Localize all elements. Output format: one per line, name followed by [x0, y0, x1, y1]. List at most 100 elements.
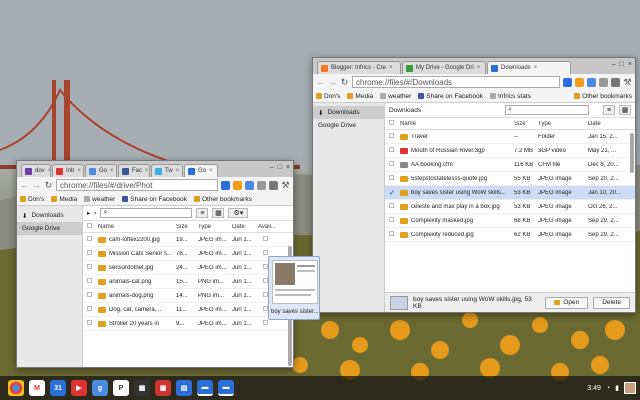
bookmark-item[interactable]: Other bookmarks — [574, 93, 632, 100]
close-icon[interactable]: × — [176, 168, 180, 174]
extension-icon[interactable] — [233, 180, 242, 190]
breadcrumb[interactable]: Downloads — [389, 107, 421, 114]
bookmark-item[interactable]: Media — [347, 93, 373, 100]
wrench-icon[interactable]: ⚒ — [281, 180, 290, 191]
address-bar[interactable]: chrome://files/#/Downloads — [352, 76, 560, 88]
close-window-icon[interactable]: × — [628, 61, 632, 68]
docs-icon[interactable]: ▤ — [176, 380, 192, 396]
table-row[interactable]: Mouth of Russian River.3gp 7.2 MB 3GP vide… — [385, 144, 635, 158]
row-checkbox[interactable] — [389, 203, 394, 208]
table-row[interactable]: animals-dog.png 14... PNG im... Jun 1... — [83, 289, 293, 303]
table-row[interactable]: Mission Cats Senior s... 76... JPEG im... J… — [83, 247, 293, 261]
extension-icon[interactable] — [587, 77, 596, 87]
google-search-icon[interactable]: g — [92, 380, 108, 396]
tab-google-drive[interactable]: Go × — [184, 164, 218, 177]
search-input[interactable]: ⌕ — [505, 105, 589, 115]
bookmark-item[interactable]: Media — [51, 196, 77, 203]
back-icon[interactable]: ← — [316, 77, 325, 87]
row-checkbox[interactable] — [87, 292, 92, 297]
minimize-icon[interactable]: – — [270, 164, 274, 171]
drag-preview[interactable]: boy saves sister... — [268, 256, 320, 320]
tab-dov[interactable]: dov × — [21, 164, 51, 177]
tab-downloads[interactable]: Downloads × — [487, 61, 571, 74]
row-checkbox[interactable] — [87, 306, 92, 311]
delete-button[interactable]: Delete — [593, 296, 630, 309]
offline-checkbox[interactable] — [263, 250, 268, 255]
forward-icon[interactable]: → — [328, 77, 337, 87]
list-view-button[interactable]: ≡ — [196, 208, 209, 218]
movies-icon[interactable]: ▦ — [134, 380, 150, 396]
table-row[interactable]: cam-loftex2200.jpg 19... JPEG im... Jun 1..… — [83, 233, 293, 247]
offline-checkbox[interactable] — [263, 320, 268, 325]
row-checkbox[interactable] — [87, 250, 92, 255]
sidebar-item-downloads[interactable]: ⬇ Downloads — [313, 106, 384, 119]
photos-icon[interactable]: ▣ — [155, 380, 171, 396]
files-icon[interactable]: ▬ — [197, 380, 213, 396]
table-row[interactable]: Stroller 20 years in 9... JPEG im... Jun 1.… — [83, 317, 293, 331]
column-name[interactable]: Name — [95, 224, 173, 230]
extension-icon[interactable] — [563, 77, 572, 87]
table-row[interactable]: ✓ boy saves sister using WoW skills... 53 … — [385, 186, 635, 200]
column-size[interactable]: Size — [173, 224, 195, 230]
table-row[interactable]: Complexity masked.jpg 68 KB JPEG image Sep … — [385, 214, 635, 228]
column-type[interactable]: Type — [195, 224, 229, 230]
table-row[interactable]: Complexity reduced.jpg 62 KB JPEG image Sep… — [385, 228, 635, 242]
gmail-icon[interactable]: M — [29, 380, 45, 396]
column-type[interactable]: Type — [535, 121, 585, 127]
column-name[interactable]: Name — [397, 121, 511, 127]
extension-icon[interactable] — [221, 180, 230, 190]
files-window-downloads[interactable]: Blogger: Infrics - Cre × My Drive - Googl… — [312, 57, 636, 313]
address-bar[interactable]: chrome://files/#/drive/Phot — [56, 179, 218, 191]
close-icon[interactable]: × — [209, 168, 213, 174]
row-checkbox[interactable] — [87, 264, 92, 269]
row-checkbox[interactable] — [87, 320, 92, 325]
tab-google[interactable]: Go × — [85, 164, 117, 177]
bookmark-item[interactable]: weather — [380, 93, 411, 100]
tab-inbox[interactable]: Inb × — [52, 164, 84, 177]
sidebar-item-google-drive[interactable]: Google Drive — [17, 222, 82, 235]
wrench-icon[interactable]: ⚒ — [623, 77, 632, 88]
bookmark-item[interactable]: Other bookmarks — [194, 196, 252, 203]
close-icon[interactable]: × — [477, 65, 481, 71]
table-row[interactable]: Travel -- Folder Jan 15, 2... — [385, 130, 635, 144]
grid-view-button[interactable]: ▦ — [619, 105, 631, 115]
bookmark-item[interactable]: Share on Facebook — [122, 196, 187, 203]
reload-icon[interactable]: ↻ — [44, 180, 53, 191]
row-checkbox[interactable] — [389, 133, 394, 138]
open-button[interactable]: Open — [545, 296, 589, 309]
tab-blogger[interactable]: Blogger: Infrics - Cre × — [317, 61, 401, 74]
close-icon[interactable]: × — [389, 65, 393, 71]
tab-twitter[interactable]: Tw × — [151, 164, 183, 177]
files-window-drive[interactable]: dov × Inb × Go × Fac × Tw × Go × – □ × ← → ↻ chr… — [16, 160, 294, 368]
extension-icon[interactable] — [269, 180, 278, 190]
calendar-icon[interactable]: 31 — [50, 380, 66, 396]
back-icon[interactable]: ▸ — [87, 209, 90, 217]
column-available[interactable]: Avail... — [255, 224, 283, 230]
maximize-icon[interactable]: □ — [278, 164, 282, 171]
breadcrumb[interactable]: › — [94, 210, 96, 217]
tab-facebook[interactable]: Fac × — [118, 164, 150, 177]
table-row[interactable]: AA booking.cfm 116 KB CFM file Dec 8, 20... — [385, 158, 635, 172]
extension-icon[interactable] — [257, 180, 266, 190]
sidebar-item-google-drive[interactable]: Google Drive — [313, 119, 384, 132]
extension-icon[interactable] — [599, 77, 608, 87]
list-view-button[interactable]: ≡ — [603, 105, 615, 115]
grid-view-button[interactable]: ▦ — [212, 208, 225, 218]
close-icon[interactable]: × — [77, 168, 81, 174]
files-icon-2[interactable]: ▬ — [218, 380, 234, 396]
table-row[interactable]: sensordotnet.jpg 24... JPEG im... Jun 1... — [83, 261, 293, 275]
tab-my-drive[interactable]: My Drive - Google Dri × — [402, 61, 486, 74]
select-all-checkbox[interactable] — [389, 120, 394, 125]
row-checkbox[interactable] — [389, 147, 394, 152]
column-date[interactable]: Date — [585, 121, 625, 127]
row-checkbox[interactable] — [389, 231, 394, 236]
reload-icon[interactable]: ↻ — [340, 77, 349, 88]
bookmark-item[interactable]: Don's — [316, 93, 340, 100]
bookmark-item[interactable]: Don's — [20, 196, 44, 203]
row-checkbox[interactable] — [87, 236, 92, 241]
table-row[interactable]: Dog, cat, camera, .. 11... JPEG im... Jun 1… — [83, 303, 293, 317]
youtube-icon[interactable]: ▶ — [71, 380, 87, 396]
row-checkbox[interactable] — [389, 217, 394, 222]
gear-icon[interactable]: ⚙▾ — [228, 208, 249, 218]
bookmark-item[interactable]: weather — [84, 196, 115, 203]
